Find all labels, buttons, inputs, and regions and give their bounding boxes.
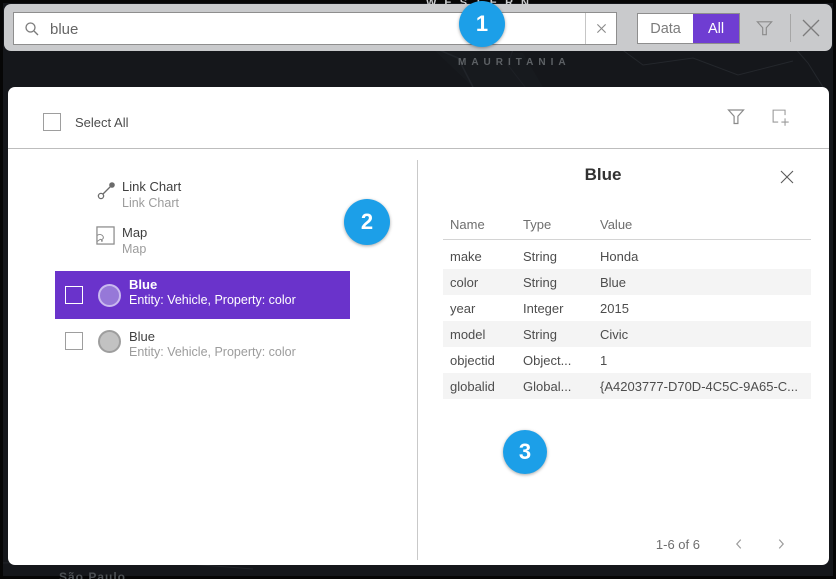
list-item-title[interactable]: Link Chart (122, 179, 181, 194)
close-icon[interactable] (797, 15, 825, 41)
table-row: globalid Global... {A4203777-D70D-4C5C-9… (443, 373, 811, 399)
item-checkbox[interactable] (65, 286, 83, 304)
column-header-value: Value (600, 217, 632, 232)
panel-divider (8, 148, 829, 149)
chevron-left-icon[interactable] (728, 533, 750, 555)
table-row: model String Civic (443, 321, 811, 347)
cell-value: 2015 (600, 301, 805, 316)
map-label-mauritania: MAURITANIA (458, 57, 571, 68)
list-item-title: Blue (129, 277, 157, 292)
select-all-label: Select All (75, 115, 128, 130)
cell-value: 1 (600, 353, 805, 368)
link-chart-icon (96, 179, 118, 206)
select-all-checkbox[interactable] (43, 113, 61, 131)
panel-vertical-divider (417, 160, 418, 560)
column-header-type: Type (523, 217, 551, 232)
list-item-subtitle: Map (122, 242, 146, 256)
search-box (13, 12, 617, 45)
annotation-badge-1: 1 (459, 1, 505, 47)
list-item-subtitle: Entity: Vehicle, Property: color (129, 293, 296, 307)
cell-type: String (523, 275, 595, 290)
cell-type: Integer (523, 301, 595, 316)
cell-name: make (450, 249, 520, 264)
clear-x-icon (596, 23, 607, 34)
app-window: WESTERN MAURITANIA São Paulo Data All 1 (0, 0, 836, 579)
search-results-panel: Select All Link Chart Link Chart Map Map… (8, 87, 829, 565)
cell-name: objectid (450, 353, 520, 368)
cell-value: Blue (600, 275, 805, 290)
cell-name: globalid (450, 379, 520, 394)
list-item-title[interactable]: Map (122, 225, 147, 240)
annotation-badge-3: 3 (503, 430, 547, 474)
toggle-option-data[interactable]: Data (638, 14, 693, 43)
data-all-toggle: Data All (637, 13, 740, 44)
search-icon (24, 21, 40, 42)
item-checkbox[interactable] (65, 332, 83, 350)
list-item-subtitle: Link Chart (122, 196, 179, 210)
cell-value: Honda (600, 249, 805, 264)
map-icon (96, 226, 115, 250)
toggle-option-all[interactable]: All (693, 14, 739, 43)
chevron-right-icon[interactable] (770, 533, 792, 555)
list-item-title: Blue (129, 329, 155, 344)
cell-type: String (523, 327, 595, 342)
cell-type: Global... (523, 379, 595, 394)
filter-icon[interactable] (752, 16, 776, 40)
cell-type: String (523, 249, 595, 264)
table-row: make String Honda (443, 243, 811, 269)
table-row: color String Blue (443, 269, 811, 295)
list-item-selected[interactable]: Blue Entity: Vehicle, Property: color (55, 271, 350, 319)
search-clear-button[interactable] (585, 13, 616, 44)
add-item-icon[interactable] (768, 105, 792, 129)
cell-name: year (450, 301, 520, 316)
cell-name: color (450, 275, 520, 290)
toolbar-divider (790, 14, 791, 42)
panel-filter-icon[interactable] (724, 105, 748, 129)
map-label-sao-paulo: São Paulo (59, 570, 126, 579)
table-row: year Integer 2015 (443, 295, 811, 321)
cell-value: {A4203777-D70D-4C5C-9A65-C... (600, 379, 805, 394)
entity-dot-icon (98, 284, 121, 307)
detail-close-icon[interactable] (777, 167, 797, 187)
cell-name: model (450, 327, 520, 342)
table-row: objectid Object... 1 (443, 347, 811, 373)
annotation-badge-2: 2 (344, 199, 390, 245)
table-header-divider (443, 239, 811, 240)
list-item[interactable]: Blue Entity: Vehicle, Property: color (55, 323, 350, 371)
column-header-name: Name (450, 217, 485, 232)
list-item-subtitle: Entity: Vehicle, Property: color (129, 345, 296, 359)
cell-value: Civic (600, 327, 805, 342)
entity-dot-icon (98, 330, 121, 353)
pagination-label: 1-6 of 6 (608, 537, 700, 552)
cell-type: Object... (523, 353, 595, 368)
detail-title: Blue (417, 165, 789, 185)
search-toolbar: Data All (4, 4, 832, 51)
